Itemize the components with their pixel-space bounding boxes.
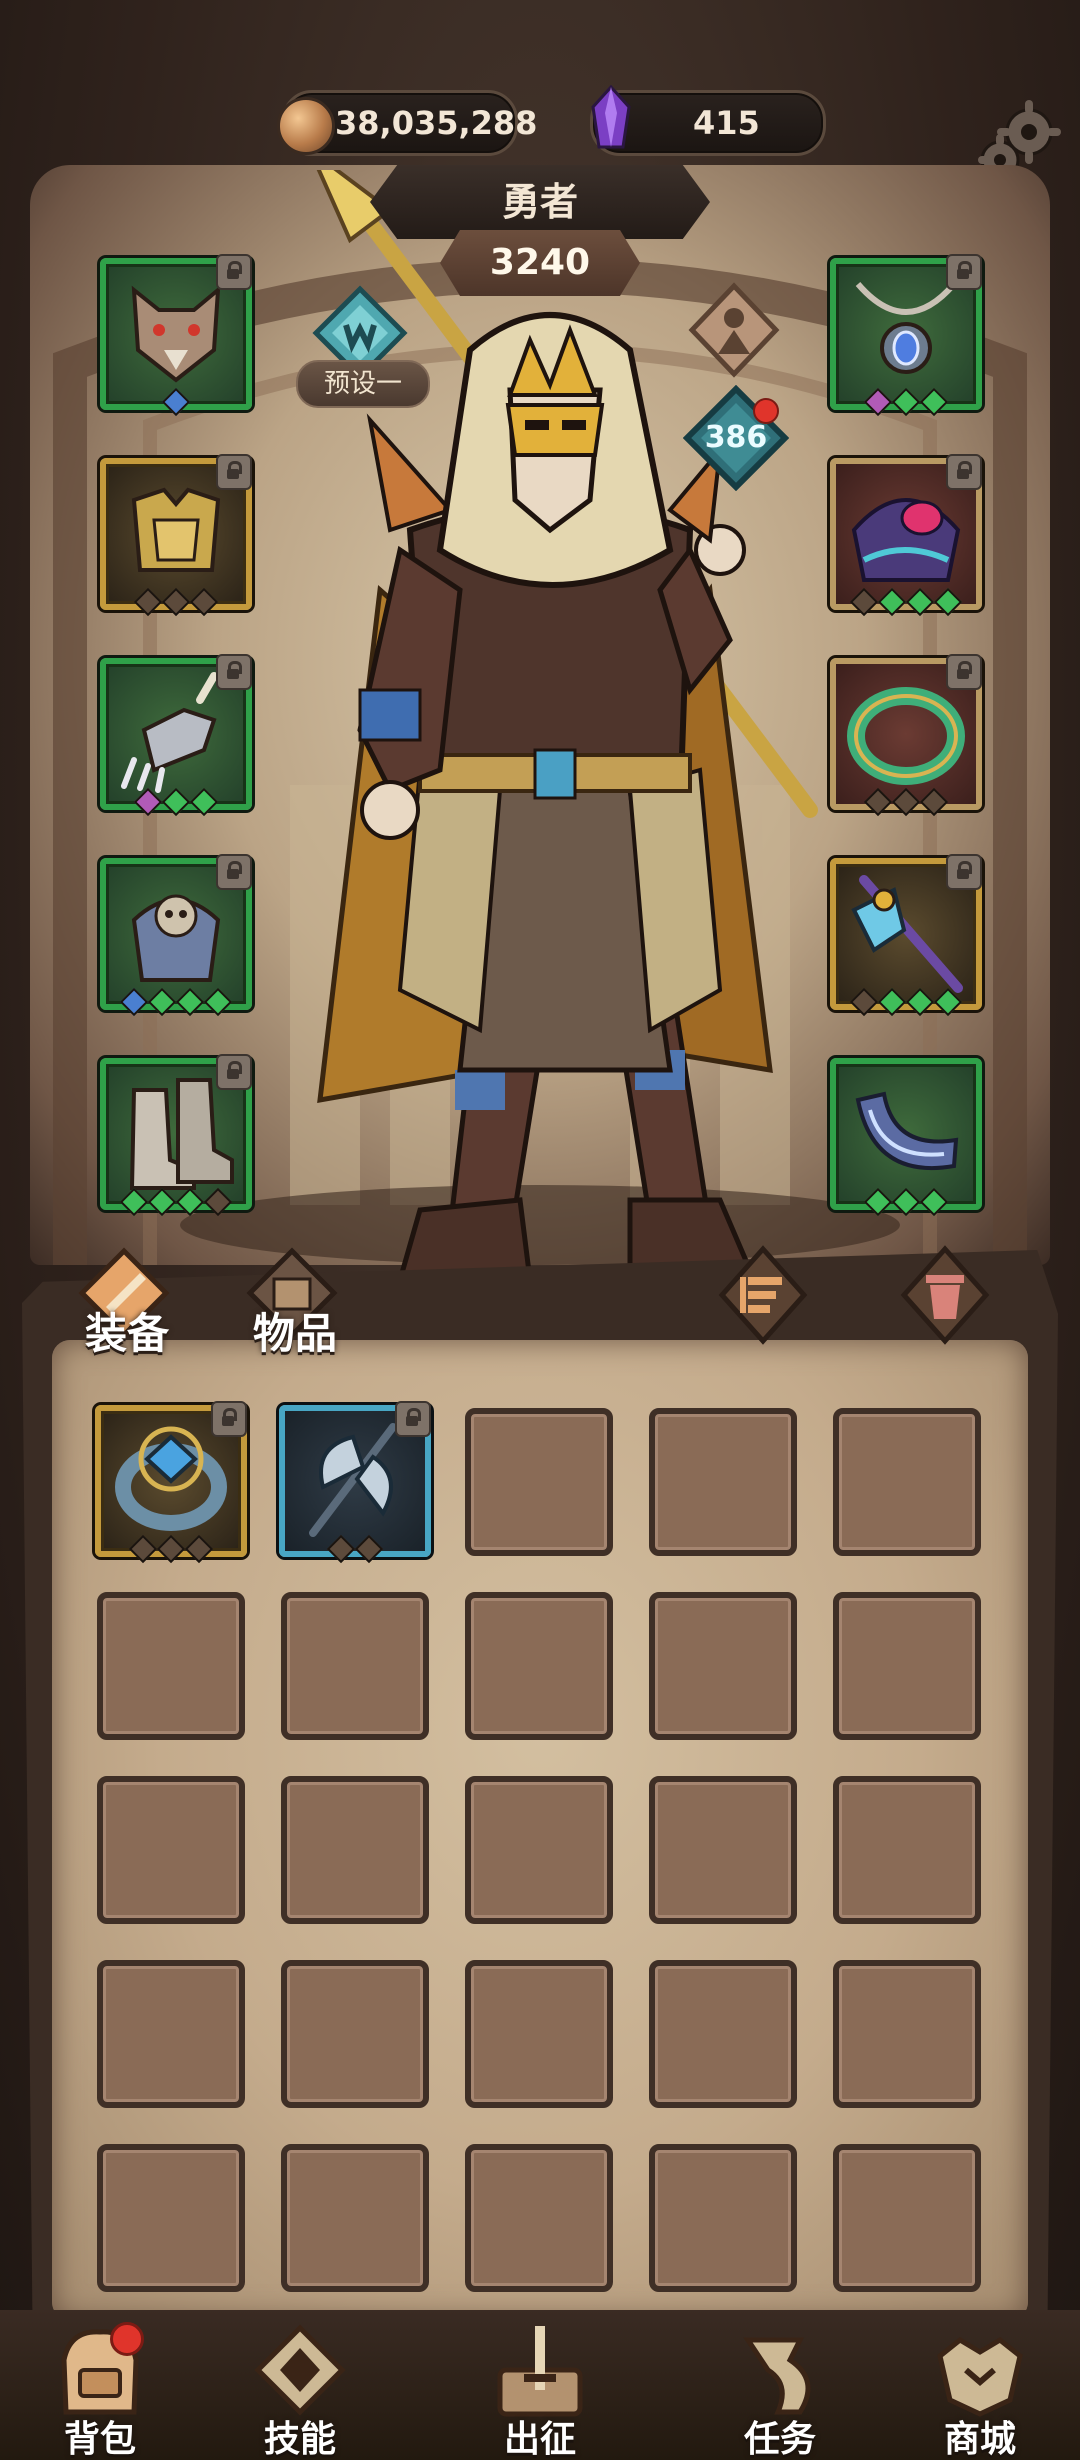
nav-label: 商城 [943,2419,1016,2460]
nav-quests[interactable]: 任务 [690,2320,870,2460]
hero-name-banner: 勇者 [370,165,710,239]
lock-icon [216,254,252,290]
gold-amount: 38,035,288 [335,104,538,142]
bag-slot-empty[interactable] [281,1776,429,1924]
rarity-pips [836,1187,976,1217]
bag-slot-empty[interactable] [649,1776,797,1924]
lock-icon [216,454,252,490]
rarity-pips [285,1534,425,1564]
sort-list-icon[interactable] [718,1245,808,1345]
preset-selector[interactable]: 预设一 [296,360,430,408]
nav-shop[interactable]: 商城 [890,2320,1070,2460]
bag-slot-empty[interactable] [281,1960,429,2108]
equip-slot-trinket[interactable] [830,1058,982,1217]
rarity-pips [106,1187,246,1217]
bag-slot-empty[interactable] [833,1408,981,1556]
equip-slot-armor[interactable] [100,454,252,617]
horn-icon [855,1091,959,1171]
equip-slot-helmet[interactable] [100,254,252,417]
lock-icon [216,854,252,890]
lock-icon [395,1401,431,1437]
rarity-pips [106,587,246,617]
nav-label: 技能 [263,2419,336,2460]
equip-slot-accessory[interactable] [830,454,982,617]
rarity-pips [836,987,976,1017]
equip-slot-ring[interactable] [830,654,982,817]
bag-slot-1[interactable] [95,1401,247,1564]
gold-counter[interactable]: 38,035,288 [277,90,537,156]
bag-slot-empty[interactable] [649,1960,797,2108]
preset-label: 预设一 [323,369,402,399]
rarity-pips [106,987,246,1017]
bag-slot-empty[interactable] [833,1960,981,2108]
bag-slot-empty[interactable] [97,2144,245,2292]
trash-icon[interactable] [900,1245,990,1345]
purple-crystal-icon [591,85,631,149]
tab-equipment[interactable]: 装备 [85,1300,169,1361]
hero-power: 3240 [489,242,591,283]
bag-slot-empty[interactable] [97,1776,245,1924]
equip-slot-gloves[interactable] [100,654,252,817]
rarity-pips [101,1534,241,1564]
bag-slot-empty[interactable] [465,1776,613,1924]
equip-slot-shoulder[interactable] [100,854,252,1017]
level-notification-dot [753,398,779,424]
hero-power-banner: 3240 [440,230,640,296]
gem-amount: 415 [693,104,760,142]
lock-icon [946,854,982,890]
lock-icon [216,1054,252,1090]
bag-slot-empty[interactable] [833,2144,981,2292]
bag-slot-empty[interactable] [465,1960,613,2108]
nav-label: 背包 [63,2419,136,2460]
nav-label: 出征 [503,2419,576,2460]
quest-horn-icon [743,2337,811,2415]
bag-slot-empty[interactable] [97,1960,245,2108]
equip-slot-boots[interactable] [100,1054,252,1217]
rank-emblem-icon[interactable] [688,282,780,378]
skill-book-icon [254,2324,346,2416]
backpack-notification-dot [110,2322,144,2356]
top-bar: 38,035,288 415 [0,0,1080,180]
bag-slot-empty[interactable] [97,1592,245,1740]
equip-slot-necklace[interactable] [830,254,982,417]
rarity-pips [836,587,976,617]
bag-slot-empty[interactable] [281,1592,429,1740]
bag-slot-2[interactable] [279,1401,431,1564]
bag-slot-empty[interactable] [465,1408,613,1556]
nav-backpack[interactable]: 背包 [10,2320,190,2460]
equip-slot-weapon[interactable] [830,854,982,1017]
expedition-sword-icon [497,2326,583,2417]
bag-slot-empty[interactable] [833,1776,981,1924]
shop-crest-icon [937,2336,1023,2417]
nav-label: 任务 [743,2419,816,2460]
bag-slot-empty[interactable] [281,2144,429,2292]
bag-slot-empty[interactable] [649,1592,797,1740]
lock-icon [211,1401,247,1437]
rarity-pips [106,387,246,417]
lock-icon [946,454,982,490]
bag-slot-empty[interactable] [465,1592,613,1740]
inventory-screen: 38,035,288 415 勇者 3240 预设一 386 装备 物品 背包 … [0,0,1080,2460]
bag-slot-empty[interactable] [649,2144,797,2292]
nav-expedition[interactable]: 出征 [450,2320,630,2460]
bag-slot-empty[interactable] [649,1408,797,1556]
rarity-pips [106,787,246,817]
gem-counter[interactable]: 415 [590,85,826,156]
lock-icon [946,654,982,690]
hero-name: 勇者 [501,180,578,224]
gold-coin-icon [277,97,335,155]
rarity-pips [836,387,976,417]
rarity-pips [836,787,976,817]
nav-skills[interactable]: 技能 [210,2320,390,2460]
tab-items[interactable]: 物品 [253,1300,337,1361]
lock-icon [946,254,982,290]
bag-slot-empty[interactable] [465,2144,613,2292]
lock-icon [216,654,252,690]
bag-slot-empty[interactable] [833,1592,981,1740]
